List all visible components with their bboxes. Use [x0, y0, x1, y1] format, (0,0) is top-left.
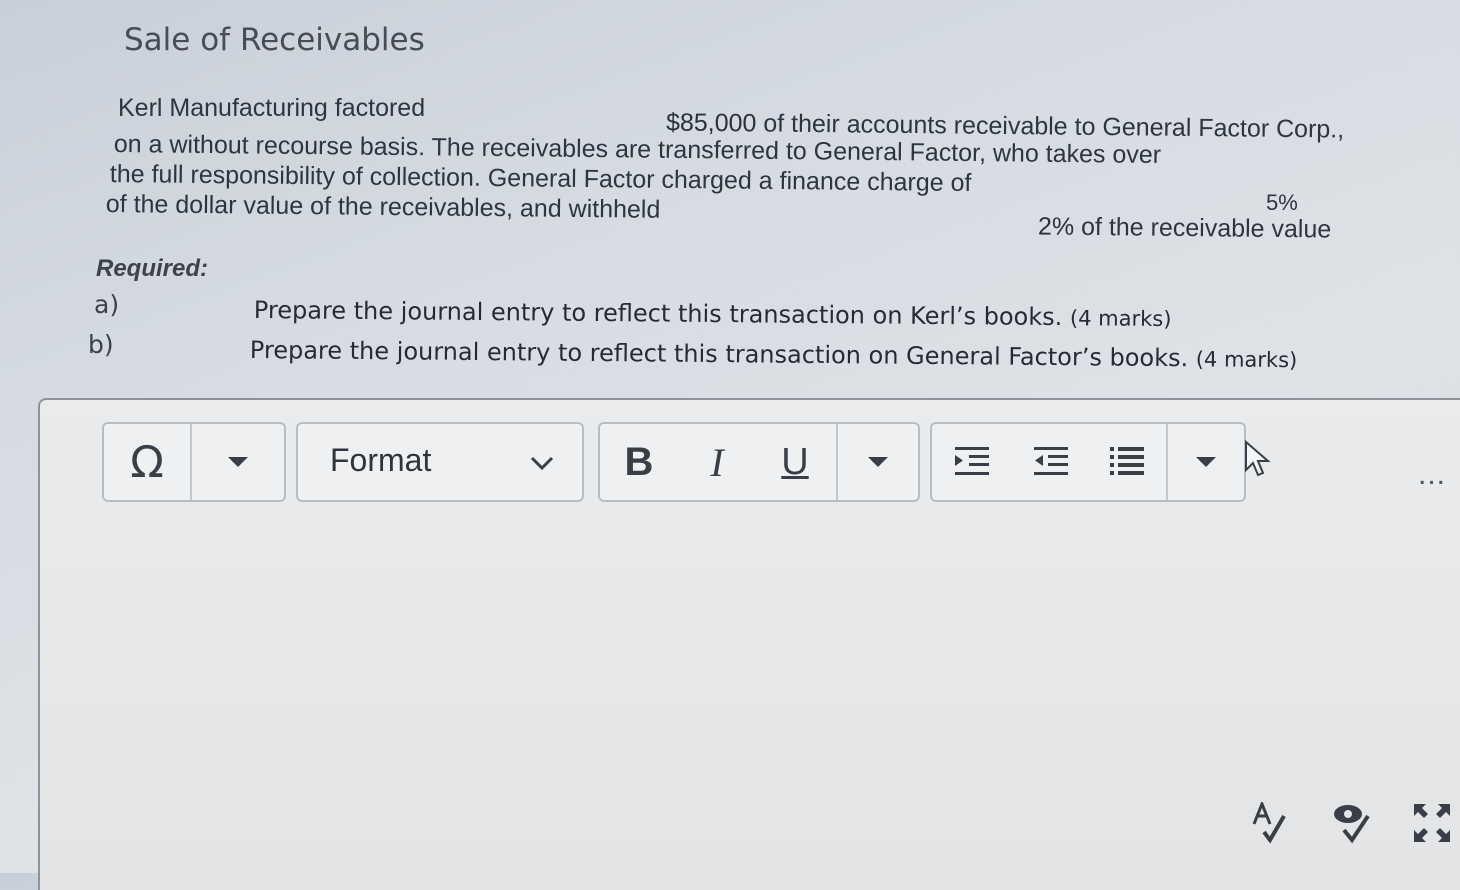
question-a-label: a): [94, 290, 120, 319]
paragraph-line-4-rest: of the receivable value: [1080, 212, 1332, 244]
spellcheck-icon[interactable]: [1250, 802, 1290, 846]
text-style-dropdown[interactable]: [838, 424, 918, 500]
chevron-down-icon: [530, 456, 554, 470]
bold-button[interactable]: B: [600, 424, 678, 500]
question-title: Sale of Receivables: [124, 22, 425, 58]
required-heading: Required:: [96, 255, 209, 282]
question-b-marks: (4 marks): [1195, 347, 1298, 373]
caret-down-icon: [868, 457, 888, 467]
caret-down-icon: [228, 457, 248, 467]
question-a-text: Prepare the journal entry to reflect thi…: [254, 296, 1172, 332]
editor-content[interactable]: [40, 510, 1460, 890]
withheld-rate: 2%: [1037, 212, 1075, 241]
special-char-dropdown[interactable]: [192, 424, 284, 500]
fullscreen-icon[interactable]: [1412, 802, 1452, 844]
indent-icon: [955, 447, 989, 475]
text-style-group: B I U: [598, 422, 920, 502]
paragraph-dropdown[interactable]: [1168, 424, 1244, 500]
list-icon: [1110, 447, 1144, 475]
indent-button[interactable]: [932, 424, 1012, 500]
question-a-prompt: Prepare the journal entry to reflect thi…: [253, 296, 1063, 332]
mouse-cursor-icon: [1245, 440, 1271, 477]
omega-icon: Ω: [130, 436, 164, 488]
format-select[interactable]: Format: [296, 422, 584, 502]
italic-button[interactable]: I: [678, 424, 756, 500]
numbered-list-button[interactable]: [1090, 424, 1164, 500]
more-options-button[interactable]: ...: [1418, 458, 1446, 492]
format-select-value: Format: [330, 442, 432, 478]
accessibility-check-icon[interactable]: [1332, 802, 1374, 846]
question-b-label: b): [88, 330, 114, 359]
outdent-icon: [1034, 447, 1068, 475]
special-char-group: Ω: [102, 422, 286, 502]
paragraph-group: [930, 422, 1246, 502]
receivable-amount: $85,000: [665, 108, 757, 138]
paragraph-line-4-end: 2% of the receivable value: [1038, 212, 1332, 244]
paragraph-line-4: of the dollar value of the receivables, …: [105, 190, 661, 224]
caret-down-icon: [1196, 457, 1216, 467]
underline-button[interactable]: U: [756, 424, 834, 500]
question-b-prompt: Prepare the journal entry to reflect thi…: [249, 336, 1189, 373]
paragraph-line-1-start: Kerl Manufacturing factored: [118, 94, 426, 122]
special-char-button[interactable]: Ω: [104, 424, 190, 500]
outdent-button[interactable]: [1012, 424, 1090, 500]
question-a-marks: (4 marks): [1069, 306, 1172, 332]
question-b-text: Prepare the journal entry to reflect thi…: [250, 336, 1298, 373]
finance-rate: 5%: [1266, 190, 1298, 215]
